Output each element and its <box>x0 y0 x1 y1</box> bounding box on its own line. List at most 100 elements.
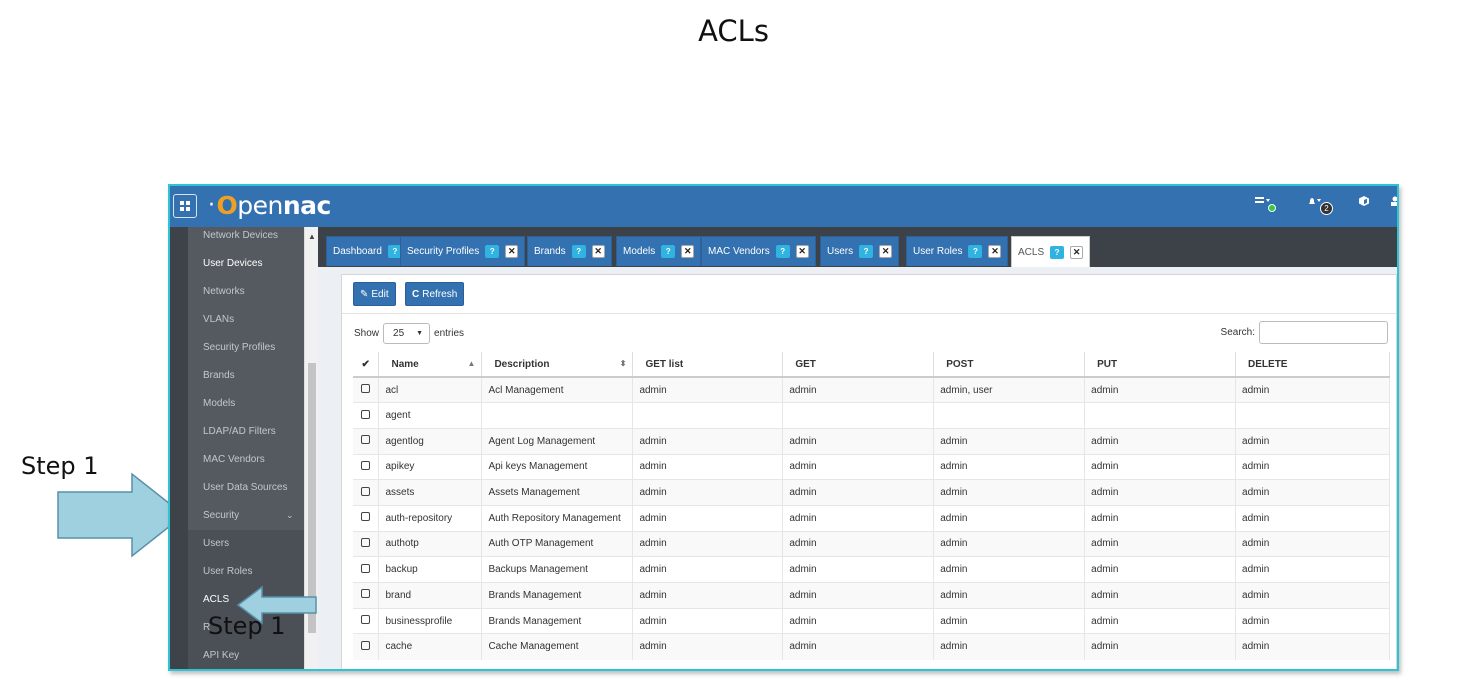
close-icon[interactable]: ✕ <box>1070 245 1084 259</box>
tab[interactable]: Models? ✕ <box>616 236 702 266</box>
close-icon[interactable]: ✕ <box>795 245 809 258</box>
user-menu[interactable] <box>1391 196 1397 206</box>
sidebar-item[interactable]: Brands <box>203 370 235 381</box>
table-row[interactable]: assets Assets Management admin admin admin ad… <box>353 479 1390 506</box>
row-checkbox[interactable] <box>361 640 371 650</box>
table-cell <box>1084 402 1237 429</box>
tab[interactable]: User Roles? ✕ <box>906 236 1009 266</box>
tab[interactable]: Dashboard? <box>326 236 409 266</box>
table-cell: assets <box>378 479 483 506</box>
sidebar-item[interactable]: Users <box>203 538 229 549</box>
close-icon[interactable]: ✕ <box>879 245 893 258</box>
help-icon[interactable]: ? <box>968 245 983 258</box>
row-checkbox[interactable] <box>361 589 371 599</box>
row-checkbox[interactable] <box>361 435 371 445</box>
sidebar-item[interactable]: API Key <box>203 650 239 661</box>
sidebar-item[interactable]: LDAP/AD Filters <box>203 426 276 437</box>
sidebar-item[interactable]: User Data Sources <box>203 482 287 493</box>
slide-title: ACLs <box>698 14 769 48</box>
sort-icon[interactable]: ⬍ <box>620 359 627 368</box>
row-checkbox[interactable] <box>361 537 371 547</box>
column-header[interactable]: Name ▲ <box>378 352 483 378</box>
row-checkbox[interactable] <box>361 409 371 419</box>
sidebar-item[interactable]: User Roles <box>203 566 252 577</box>
table-row[interactable]: acl Acl Management admin admin admin, user ad… <box>353 376 1390 403</box>
table-cell: apikey <box>378 453 483 480</box>
sidebar-item[interactable]: VLANs <box>203 314 234 325</box>
table-row[interactable]: auth-repository Auth Repository Managemen… <box>353 504 1390 532</box>
tab[interactable]: Security Profiles? ✕ <box>400 236 526 266</box>
sidebar-item[interactable]: Network Devices <box>203 230 278 241</box>
tab[interactable]: Users? ✕ <box>820 236 900 266</box>
column-header[interactable]: PUT <box>1084 352 1237 378</box>
row-checkbox-cell <box>353 582 380 609</box>
row-checkbox[interactable] <box>361 615 371 625</box>
sidebar-item[interactable]: Security Profiles <box>203 342 275 353</box>
help-icon[interactable]: ? <box>775 245 790 258</box>
refresh-button[interactable]: C Refresh <box>405 282 465 306</box>
column-header-label: GET <box>795 358 816 370</box>
table-cell: admin <box>1235 453 1390 480</box>
table-cell: Auth OTP Management <box>481 530 634 557</box>
row-checkbox-cell <box>353 530 380 557</box>
opennac-logo[interactable]: · O pen nac <box>208 188 331 222</box>
table-row[interactable]: agentlog Agent Log Management admin admin ad… <box>353 427 1390 455</box>
sidebar-item[interactable]: User Devices <box>203 258 262 269</box>
table-cell: admin <box>1084 504 1237 532</box>
column-header[interactable]: GET <box>782 352 935 378</box>
row-checkbox-cell <box>353 376 380 403</box>
package-menu[interactable] <box>1359 196 1369 206</box>
row-checkbox[interactable] <box>361 460 371 470</box>
table-row[interactable]: agent <box>353 402 1390 429</box>
table-row[interactable]: brand Brands Management admin admin admin adm… <box>353 582 1390 609</box>
column-header[interactable]: POST <box>933 352 1086 378</box>
search-input[interactable] <box>1259 321 1388 344</box>
close-icon[interactable]: ✕ <box>681 245 695 258</box>
sidebar-item[interactable]: Security <box>203 510 239 521</box>
table-cell: agentlog <box>378 427 483 455</box>
table-cell: Cache Management <box>481 633 634 660</box>
table-row[interactable]: backup Backups Management admin admin admin a… <box>353 556 1390 583</box>
sidebar-item[interactable]: Networks <box>203 286 245 297</box>
table-row[interactable]: authotp Auth OTP Management admin admin admi… <box>353 530 1390 557</box>
table-cell: admin <box>933 427 1086 455</box>
row-checkbox[interactable] <box>361 384 371 394</box>
tab[interactable]: ACLS? ✕ <box>1011 236 1091 267</box>
help-icon[interactable]: ? <box>661 245 676 258</box>
table-row[interactable]: cache Cache Management admin admin admin admi… <box>353 633 1390 660</box>
sidebar-item[interactable]: Models <box>203 398 235 409</box>
chevron-down-icon: ⌄ <box>286 510 294 520</box>
sort-asc-icon[interactable]: ▲ <box>468 359 476 368</box>
close-icon[interactable]: ✕ <box>591 245 605 258</box>
column-header[interactable]: DELETE <box>1235 352 1390 378</box>
table-cell: Auth Repository Management <box>481 504 634 532</box>
table-cell: admin <box>782 504 935 532</box>
page-size-select[interactable]: 25 ▼ <box>383 323 431 344</box>
tab[interactable]: Brands? ✕ <box>527 236 612 266</box>
column-header[interactable]: GET list <box>632 352 784 378</box>
sidebar-item[interactable]: MAC Vendors <box>203 454 265 465</box>
scroll-up-icon[interactable]: ▲ <box>308 232 316 241</box>
table-row[interactable]: apikey Api keys Management admin admin admin… <box>353 453 1390 480</box>
table-cell: admin <box>933 504 1086 532</box>
help-icon[interactable]: ? <box>571 245 586 258</box>
row-checkbox[interactable] <box>361 486 371 496</box>
help-icon[interactable]: ? <box>859 245 874 258</box>
close-icon[interactable]: ✕ <box>988 245 1002 258</box>
table-cell: acl <box>378 376 483 403</box>
server-status-menu[interactable] <box>1255 196 1276 212</box>
tab[interactable]: MAC Vendors? ✕ <box>701 236 816 266</box>
table-row[interactable]: businessprofile Brands Management admin adm… <box>353 607 1390 634</box>
edit-button[interactable]: ✎ Edit <box>353 282 396 306</box>
close-icon[interactable]: ✕ <box>505 245 519 258</box>
help-icon[interactable]: ? <box>485 245 500 258</box>
column-header[interactable]: ✔ <box>353 352 380 378</box>
notifications-menu[interactable]: 2 <box>1307 196 1333 215</box>
row-checkbox[interactable] <box>361 563 371 573</box>
row-checkbox[interactable] <box>361 512 371 522</box>
help-icon[interactable]: ? <box>1050 245 1065 259</box>
table-cell: admin <box>1235 427 1390 455</box>
sidebar-toggle-button[interactable] <box>173 194 197 218</box>
sidebar-item[interactable]: ACLS <box>203 594 229 605</box>
column-header[interactable]: Description ⬍ <box>481 352 634 378</box>
